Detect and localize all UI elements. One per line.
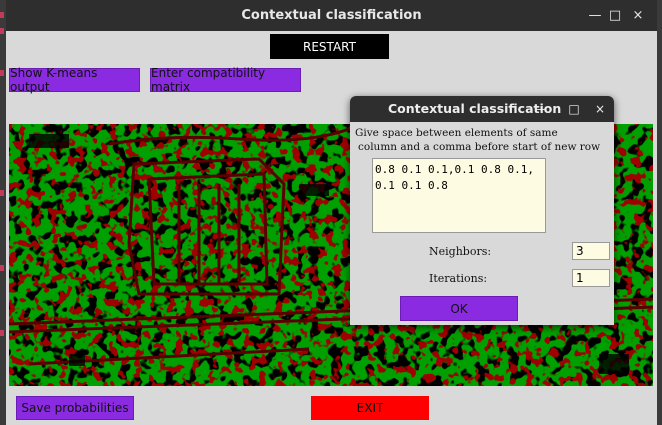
instruction-line-2: column and a comma before start of new r…: [358, 141, 601, 153]
maximize-icon[interactable]: □: [604, 0, 626, 31]
iterations-label: Iterations:: [429, 272, 488, 285]
dialog-minimize-icon[interactable]: —: [531, 96, 551, 122]
neighbors-label: Neighbors:: [429, 245, 492, 258]
instruction-line-1: Give space between elements of same: [355, 127, 558, 139]
enter-compatibility-matrix-button[interactable]: Enter compatibility matrix: [150, 66, 301, 94]
instructions-text: Give space between elements of same colu…: [355, 126, 610, 154]
iterations-field[interactable]: 1: [572, 269, 610, 287]
minimize-icon[interactable]: —: [584, 0, 606, 31]
close-icon[interactable]: ×: [627, 0, 649, 31]
dialog-titlebar: Contextual classification — □ ×: [350, 96, 614, 122]
main-titlebar: Contextual classification — □ ×: [6, 0, 657, 31]
window-title: Contextual classification: [241, 8, 422, 23]
show-kmeans-button[interactable]: Show K-means output: [9, 66, 140, 94]
dialog-close-icon[interactable]: ×: [590, 96, 610, 122]
ok-button[interactable]: OK: [400, 296, 518, 321]
dialog-maximize-icon[interactable]: □: [564, 96, 584, 122]
contextual-classification-dialog: Contextual classification — □ × Give spa…: [350, 96, 614, 325]
neighbors-field[interactable]: 3: [572, 242, 610, 260]
save-probabilities-button[interactable]: Save probabilities: [16, 396, 134, 420]
exit-button[interactable]: EXIT: [311, 396, 429, 420]
compatibility-matrix-textarea[interactable]: 0.8 0.1 0.1,0.1 0.8 0.1,0.1 0.1 0.8: [372, 158, 546, 233]
restart-button[interactable]: RESTART: [270, 34, 389, 59]
